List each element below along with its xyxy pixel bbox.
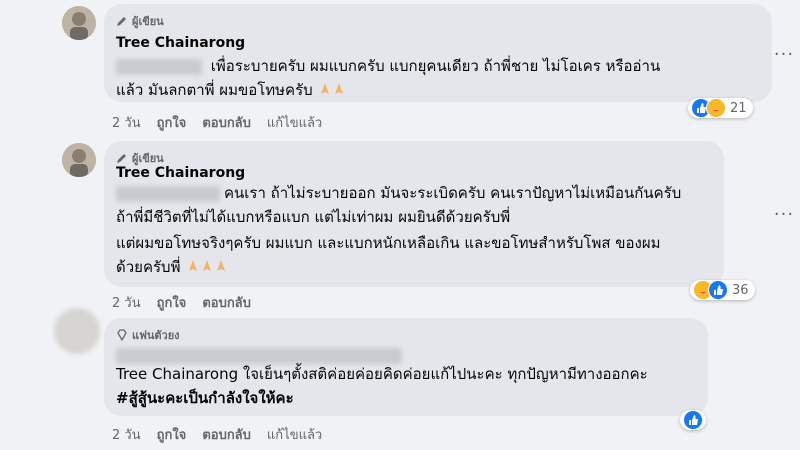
reply-button[interactable]: ตอบกลับ	[202, 424, 251, 445]
redacted-text	[116, 185, 220, 202]
redacted-text	[116, 347, 402, 364]
timestamp[interactable]: 2 วัน	[112, 112, 141, 133]
timestamp[interactable]: 2 วัน	[112, 424, 141, 445]
like-button[interactable]: ถูกใจ	[157, 424, 187, 445]
comment-text: แล้ว มันลกตาพี่ ผมขอโทษครับ	[116, 79, 345, 101]
comment-bubble: ผู้เขียน Tree Chainarong เพื่อระบายครับ …	[104, 4, 772, 102]
fan-badge: แฟนตัวยง	[116, 326, 180, 344]
pray-emoji-icon	[333, 80, 345, 94]
avatar[interactable]	[62, 143, 96, 177]
reaction-summary[interactable]	[680, 410, 706, 430]
author-badge: ผู้เขียน	[116, 12, 164, 30]
reaction-count: 21	[730, 100, 747, 116]
author-name[interactable]: Tree Chainarong	[116, 165, 245, 181]
comment-text: ด้วยครับพี่	[116, 256, 227, 278]
pencil-icon	[117, 17, 126, 26]
avatar[interactable]	[62, 6, 96, 40]
care-reaction-icon	[706, 98, 726, 118]
comment-line-2: ถ้าพี่มีชีวิตที่ไม่ได้แบกหรือแบก แต่ไม่เ…	[116, 208, 511, 226]
comment-line-1: เพื่อระบายครับ ผมแบกครับ แบกยุคนเดียว ถ้…	[210, 57, 661, 75]
author-name[interactable]: Tree Chainarong	[116, 35, 245, 51]
reaction-summary[interactable]: 36	[690, 280, 755, 300]
comment-actions: 2 วัน ถูกใจ ตอบกลับ	[112, 292, 267, 313]
comment-bubble: ผู้เขียน Tree Chainarong คนเรา ถ้าไม่ระบ…	[104, 141, 724, 287]
pray-emoji-icon	[201, 257, 213, 271]
diamond-icon	[117, 329, 127, 341]
redacted-text	[116, 58, 202, 75]
comment-line-1: คนเรา ถ้าไม่ระบายออก มันจะระเบิดครับ คนเ…	[224, 184, 682, 202]
more-options-icon[interactable]: ···	[770, 40, 798, 68]
like-reaction-icon	[708, 280, 728, 300]
more-options-icon[interactable]: ···	[770, 200, 798, 228]
comment-line-3: แต่ผมขอโทษจริงๆครับ ผมแบก และแบกหนักเหลื…	[116, 234, 661, 252]
avatar[interactable]	[54, 308, 100, 354]
comment-text: แต่ผมขอโทษจริงๆครับ ผมแบก และแบกหนักเหลื…	[116, 232, 661, 254]
reaction-summary[interactable]: 21	[688, 98, 753, 118]
pencil-icon	[117, 154, 126, 163]
like-button[interactable]: ถูกใจ	[157, 292, 187, 313]
badge-label: ผู้เขียน	[132, 15, 164, 28]
comment-bubble: แฟนตัวยง Tree Chainarong ใจเย็นๆตั้งสติค…	[104, 318, 708, 416]
comment-line-2: แล้ว มันลกตาพี่ ผมขอโทษครับ	[116, 81, 313, 99]
comment-actions: 2 วัน ถูกใจ ตอบกลับ แก้ไขแล้ว	[112, 424, 338, 445]
hashtag-link[interactable]: #สู้สู้นะคะเป็นกำลังใจให้คะ	[116, 387, 294, 409]
comment-text: คนเรา ถ้าไม่ระบายออก มันจะระเบิดครับ คนเ…	[116, 182, 681, 204]
comment-text: ถ้าพี่มีชีวิตที่ไม่ได้แบกหรือแบก แต่ไม่เ…	[116, 206, 510, 228]
pray-emoji-icon	[319, 80, 331, 94]
comment-actions: 2 วัน ถูกใจ ตอบกลับ แก้ไขแล้ว	[112, 112, 338, 133]
pray-emoji-icon	[187, 257, 199, 271]
badge-label: แฟนตัวยง	[132, 329, 180, 342]
comment-line-2: #สู้สู้นะคะเป็นกำลังใจให้คะ	[116, 389, 294, 407]
comment-line-1: Tree Chainarong ใจเย็นๆตั้งสติค่อยค่อยคิ…	[116, 365, 648, 383]
pray-emoji-icon	[215, 257, 227, 271]
timestamp[interactable]: 2 วัน	[112, 292, 141, 313]
reply-button[interactable]: ตอบกลับ	[202, 112, 251, 133]
comment-text: เพื่อระบายครับ ผมแบกครับ แบกยุคนเดียว ถ้…	[116, 55, 660, 77]
like-button[interactable]: ถูกใจ	[157, 112, 187, 133]
edited-label[interactable]: แก้ไขแล้ว	[267, 424, 322, 445]
edited-label[interactable]: แก้ไขแล้ว	[267, 112, 322, 133]
comment-line-4: ด้วยครับพี่	[116, 258, 181, 276]
like-reaction-icon	[683, 410, 703, 430]
reply-button[interactable]: ตอบกลับ	[202, 292, 251, 313]
comment-text: Tree Chainarong ใจเย็นๆตั้งสติค่อยค่อยคิ…	[116, 363, 648, 385]
reaction-count: 36	[732, 282, 749, 298]
